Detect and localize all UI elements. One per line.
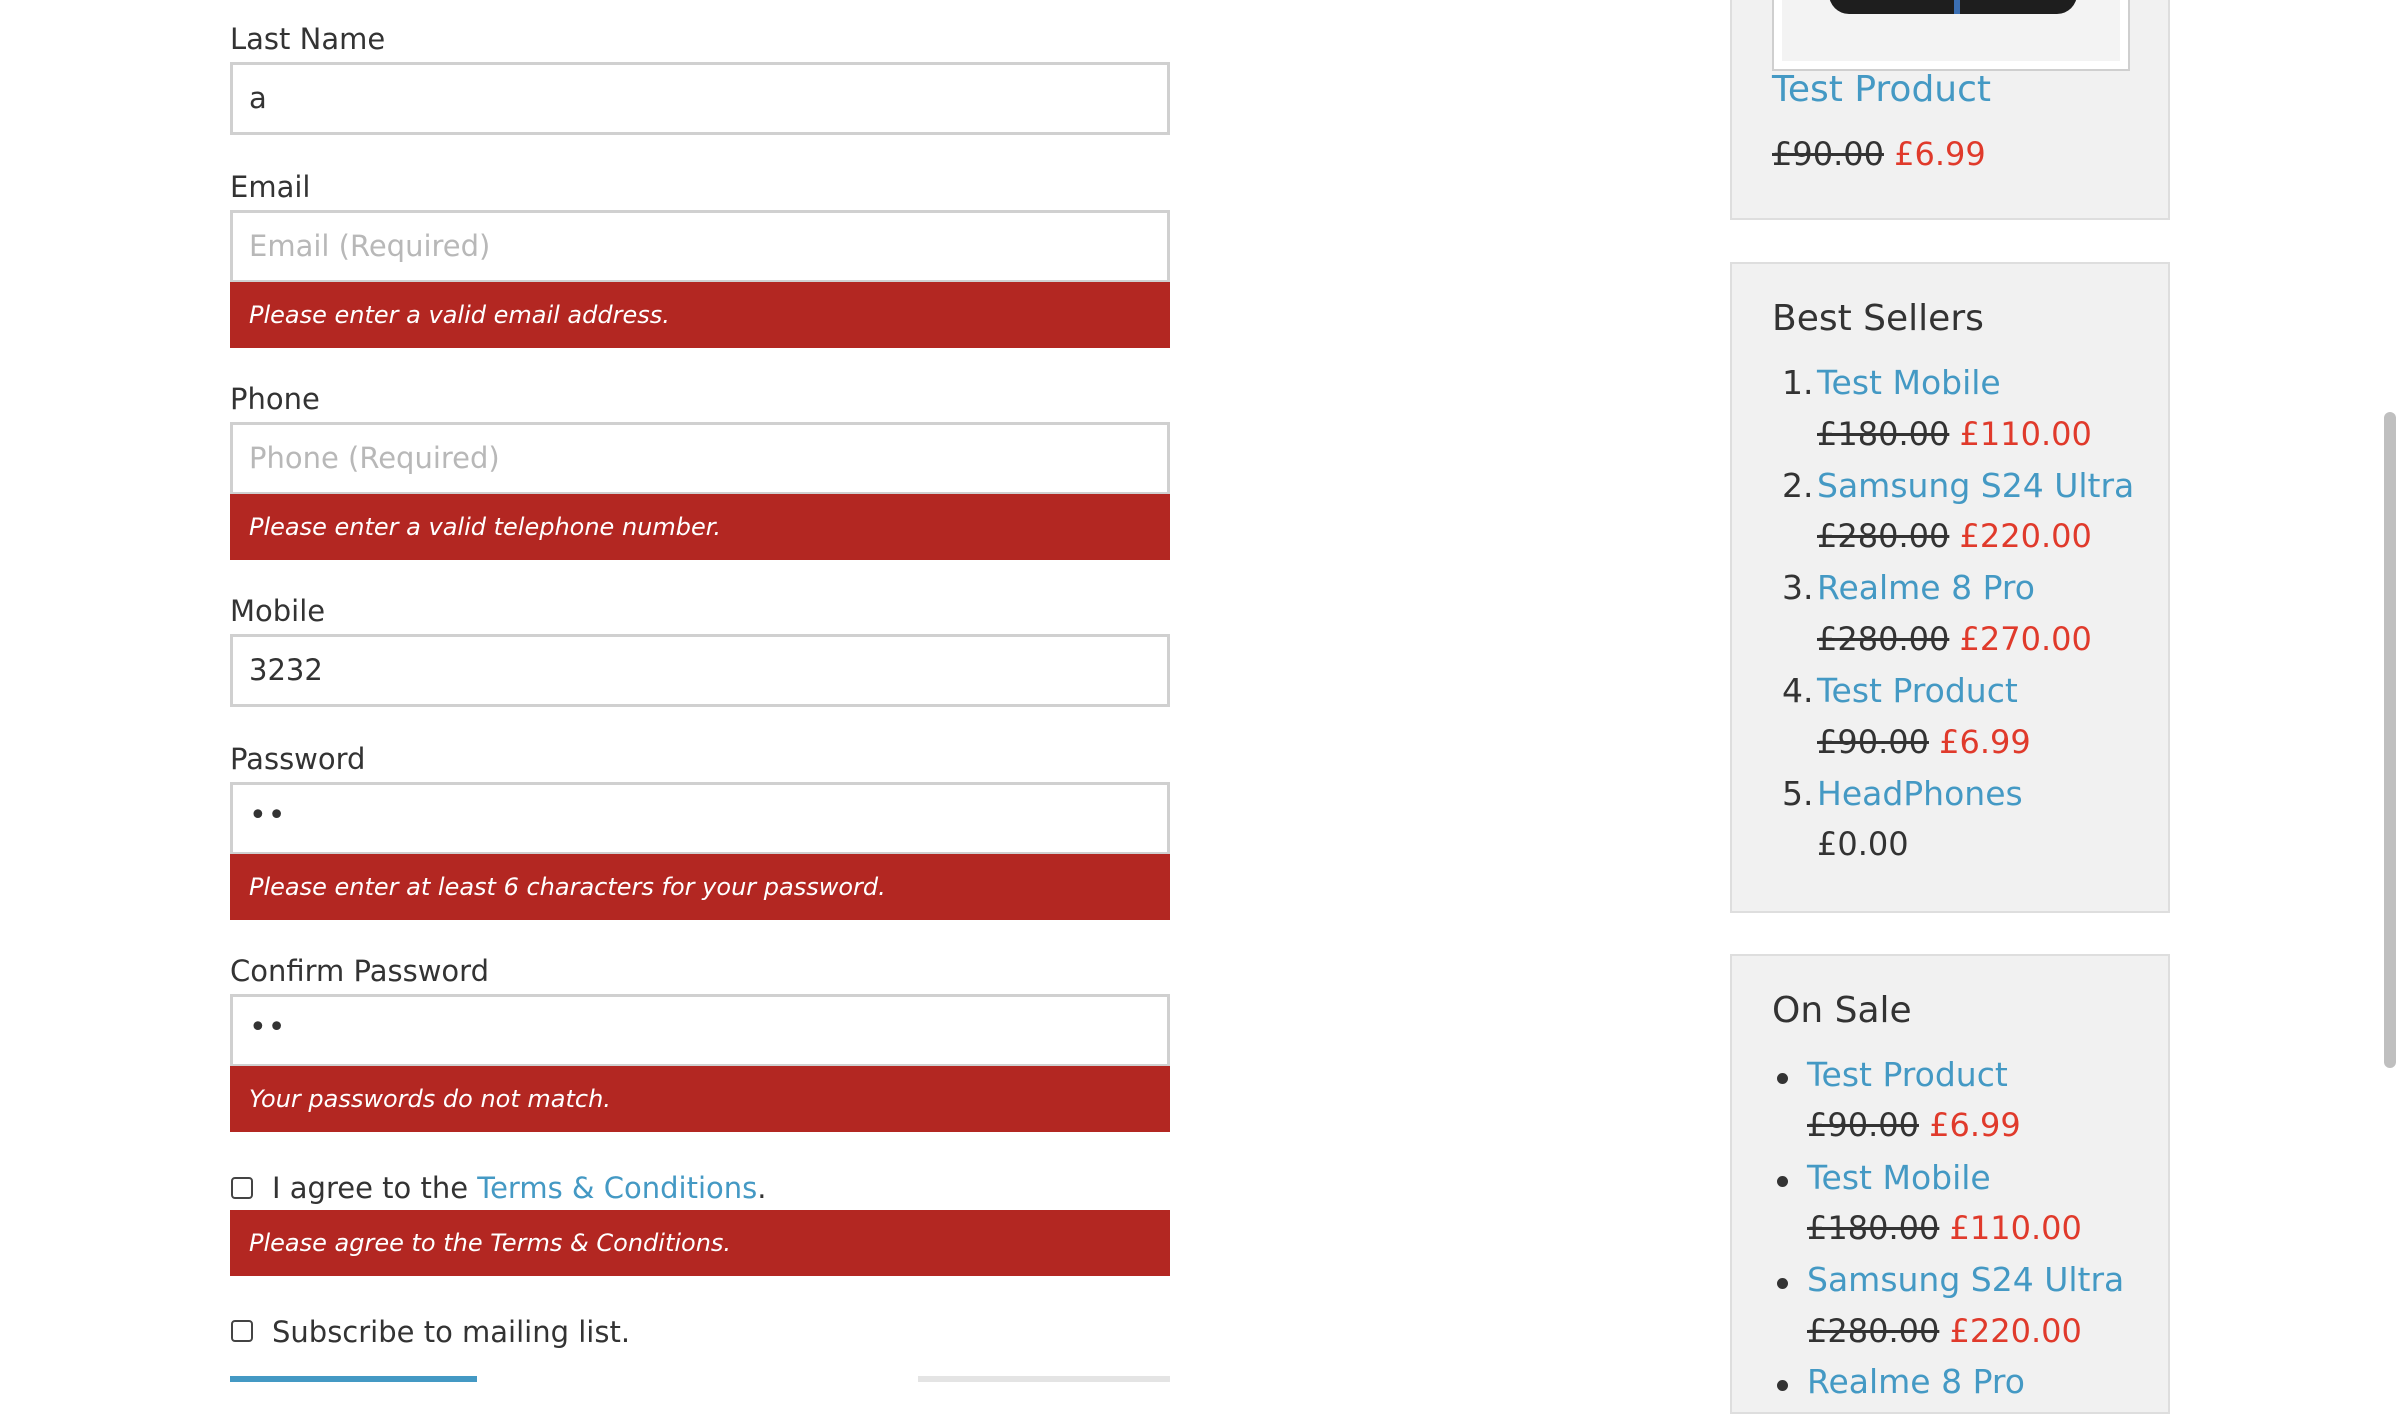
best-sellers-title: Best Sellers <box>1772 298 1984 339</box>
product-widget <box>1730 0 2170 220</box>
best-seller-price: £280.00 £220.00 <box>1817 517 2092 555</box>
best-seller-price: £180.00 £110.00 <box>1817 415 2092 453</box>
on-sale-item-name[interactable]: Test Product <box>1807 1055 2008 1094</box>
best-seller-number: 5. <box>1782 774 1814 813</box>
old-price: £280.00 <box>1807 1312 1940 1350</box>
on-sale-item-name[interactable]: Samsung S24 Ultra <box>1807 1260 2124 1299</box>
terms-checkbox[interactable] <box>231 1177 253 1199</box>
terms-error: Please agree to the Terms & Conditions. <box>230 1210 1170 1276</box>
subscribe-checkbox[interactable] <box>231 1320 253 1342</box>
phone-label: Phone <box>230 382 320 416</box>
old-price: £90.00 <box>1807 1106 1919 1144</box>
best-seller-number: 2. <box>1782 466 1814 505</box>
phone-accent <box>1954 0 1960 14</box>
best-seller-number: 3. <box>1782 568 1814 607</box>
password-input[interactable]: •• <box>230 782 1170 855</box>
phone-error: Please enter a valid telephone number. <box>230 494 1170 560</box>
best-seller-price: £0.00 <box>1817 825 1909 863</box>
list-bullet <box>1777 1278 1788 1289</box>
best-seller-number: 1. <box>1782 363 1814 402</box>
email-input[interactable]: Email (Required) <box>230 210 1170 283</box>
phone-image-icon <box>1829 0 2077 14</box>
secondary-button[interactable] <box>918 1376 1170 1382</box>
on-sale-item-price: £280.00 £220.00 <box>1807 1312 2082 1350</box>
top-product-new-price: £6.99 <box>1894 135 1986 173</box>
old-price: £180.00 <box>1807 1209 1940 1247</box>
old-price: £280.00 <box>1817 620 1950 658</box>
sale-price: £110.00 <box>1949 1209 2082 1247</box>
best-seller-price: £90.00 £6.99 <box>1817 723 2031 761</box>
subscribe-label: Subscribe to mailing list. <box>272 1315 631 1349</box>
best-seller-name[interactable]: Realme 8 Pro <box>1817 568 2035 607</box>
phone-input[interactable]: Phone (Required) <box>230 422 1170 495</box>
top-product-old-price: £90.00 <box>1772 135 1884 173</box>
last-name-input[interactable]: a <box>230 62 1170 135</box>
confirm-password-error: Your passwords do not match. <box>230 1066 1170 1132</box>
email-label: Email <box>230 170 311 204</box>
sale-price: £220.00 <box>1949 1312 2082 1350</box>
terms-suffix: . <box>757 1171 767 1205</box>
best-seller-number: 4. <box>1782 671 1814 710</box>
top-product-price: £90.00 £6.99 <box>1772 135 1986 173</box>
sale-price: £110.00 <box>1959 415 2092 453</box>
mobile-label: Mobile <box>230 594 326 628</box>
old-price: £280.00 <box>1817 517 1950 555</box>
top-product-name[interactable]: Test Product <box>1772 69 1991 110</box>
best-seller-name[interactable]: HeadPhones <box>1817 774 2023 813</box>
on-sale-item-name[interactable]: Test Mobile <box>1807 1158 1991 1197</box>
password-label: Password <box>230 742 366 776</box>
sale-price: £270.00 <box>1959 620 2092 658</box>
best-seller-price: £280.00 £270.00 <box>1817 620 2092 658</box>
product-thumbnail[interactable] <box>1772 0 2130 71</box>
last-name-label: Last Name <box>230 22 386 56</box>
best-seller-name[interactable]: Test Mobile <box>1817 363 2001 402</box>
password-error: Please enter at least 6 characters for y… <box>230 854 1170 920</box>
list-bullet <box>1777 1176 1788 1187</box>
sale-price: £220.00 <box>1959 517 2092 555</box>
confirm-password-input[interactable]: •• <box>230 994 1170 1067</box>
terms-link[interactable]: Terms & Conditions <box>477 1171 757 1205</box>
old-price: £90.00 <box>1817 723 1929 761</box>
best-seller-name[interactable]: Samsung S24 Ultra <box>1817 466 2134 505</box>
on-sale-item-price: £180.00 £110.00 <box>1807 1209 2082 1247</box>
page-scrollbar[interactable] <box>2384 412 2396 1068</box>
best-seller-name[interactable]: Test Product <box>1817 671 2018 710</box>
mobile-input[interactable]: 3232 <box>230 634 1170 707</box>
on-sale-item-price: £90.00 £6.99 <box>1807 1106 2021 1144</box>
email-error: Please enter a valid email address. <box>230 282 1170 348</box>
terms-prefix: I agree to the <box>272 1171 478 1205</box>
terms-text: I agree to the Terms & Conditions. <box>272 1171 766 1205</box>
on-sale-title: On Sale <box>1772 990 1912 1031</box>
confirm-password-label: Confirm Password <box>230 954 489 988</box>
list-bullet <box>1777 1073 1788 1084</box>
register-button[interactable] <box>230 1376 477 1382</box>
old-price: £180.00 <box>1817 415 1950 453</box>
sale-price: £6.99 <box>1939 723 2031 761</box>
sale-price: £6.99 <box>1929 1106 2021 1144</box>
